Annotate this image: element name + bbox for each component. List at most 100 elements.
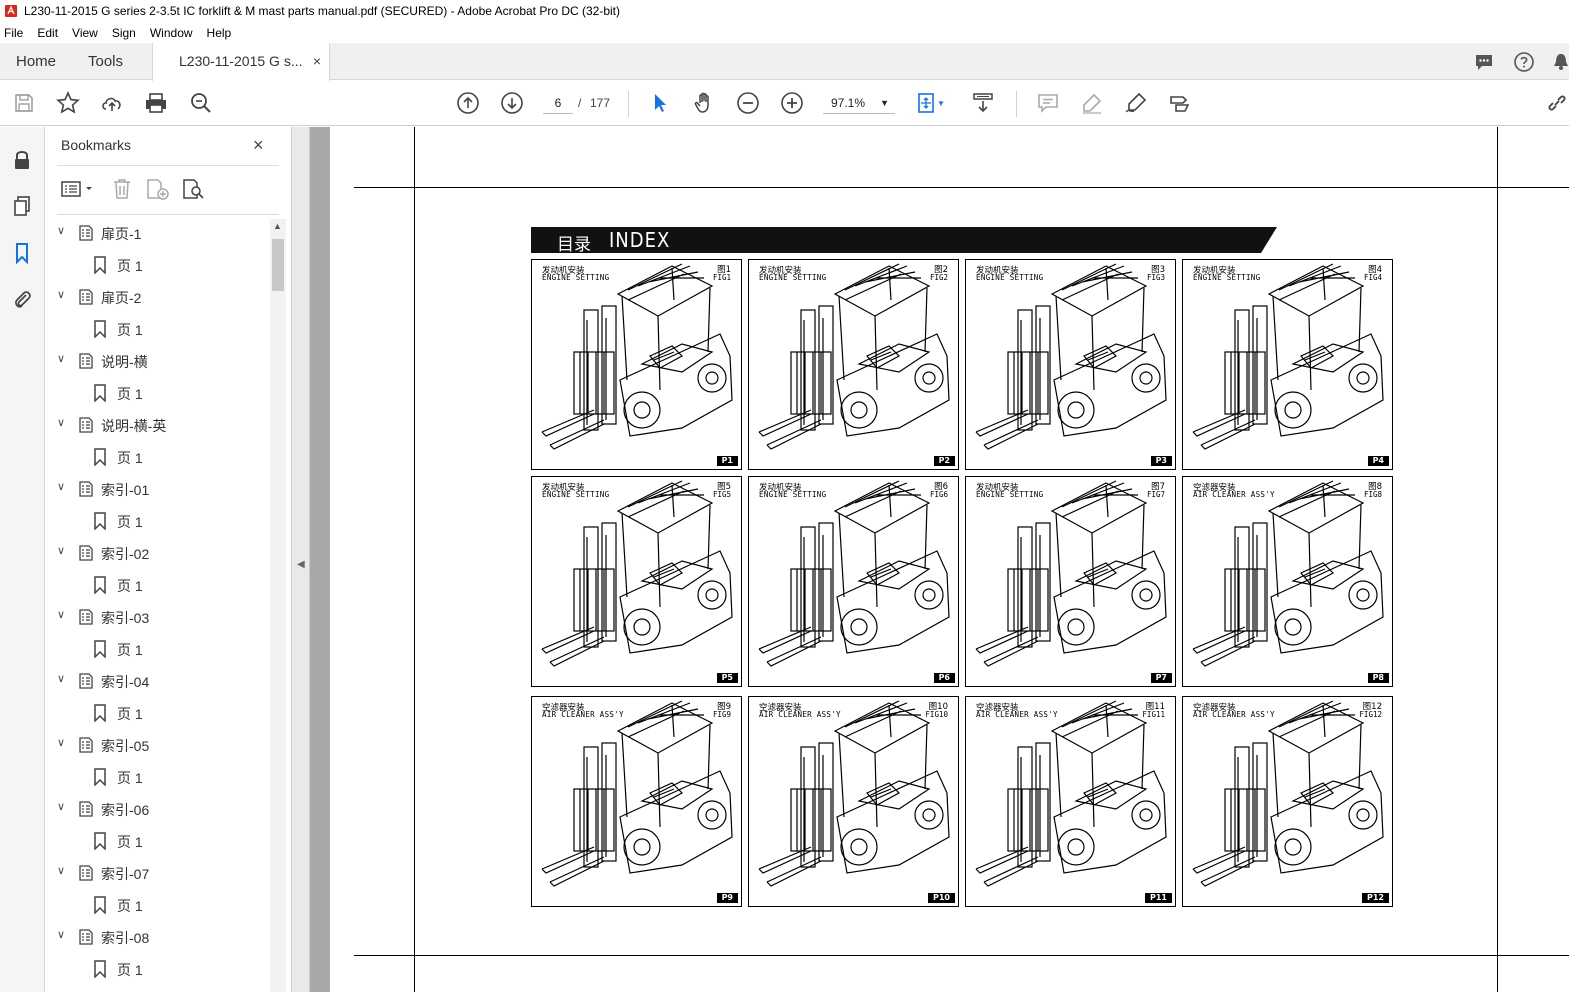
bookmark-child-label: 页 1	[117, 706, 143, 722]
document-view[interactable]: 目录 INDEX 发动机安装 ENGINE SETTING 图1 FIG1 P1 发动机安…	[310, 127, 1569, 992]
star-icon[interactable]	[56, 91, 80, 115]
bookmark-icon[interactable]	[10, 241, 34, 265]
bookmark-item[interactable]: ∨ 索引-01	[45, 477, 265, 501]
panel-splitter[interactable]: ◀	[292, 127, 310, 992]
close-panel-button[interactable]: ×	[253, 135, 264, 156]
delete-trash-icon[interactable]	[111, 177, 133, 201]
figure-thumbnail[interactable]: 发动机安装 ENGINE SETTING 图1 FIG1 P1	[531, 259, 742, 470]
bookmark-item[interactable]: ∨ 说明-横-英	[45, 413, 265, 437]
bookmark-child-item[interactable]: 页 1	[45, 701, 265, 725]
options-list-icon[interactable]	[61, 179, 95, 199]
menu-help[interactable]: Help	[207, 26, 232, 40]
chevron-down-icon[interactable]: ∨	[57, 352, 65, 365]
sign-pen-icon[interactable]	[1124, 91, 1148, 115]
bookmark-child-item[interactable]: 页 1	[45, 253, 265, 277]
upload-cloud-icon[interactable]	[100, 91, 124, 115]
bookmark-child-item[interactable]: 页 1	[45, 573, 265, 597]
bookmark-item[interactable]: ∨ 索引-02	[45, 541, 265, 565]
menu-view[interactable]: View	[72, 26, 98, 40]
zoom-level-select[interactable]: 97.1% ▼	[823, 92, 895, 114]
menu-window[interactable]: Window	[150, 26, 193, 40]
next-page-icon[interactable]	[500, 91, 524, 115]
bookmark-item[interactable]: ∨ 扉页-1	[45, 221, 265, 245]
tab-close-button[interactable]: ×	[313, 43, 321, 80]
zoom-search-icon[interactable]	[189, 91, 213, 115]
chevron-down-icon[interactable]: ∨	[57, 736, 65, 749]
bookmark-child-item[interactable]: 页 1	[45, 445, 265, 469]
bookmark-item[interactable]: ∨ 说明-横	[45, 349, 265, 373]
help-icon[interactable]	[1513, 51, 1535, 73]
chevron-down-icon[interactable]: ∨	[57, 672, 65, 685]
scroll-mode-icon[interactable]	[971, 91, 995, 115]
bookmark-child-item[interactable]: 页 1	[45, 829, 265, 853]
scrollbar-thumb[interactable]	[272, 239, 284, 291]
bookmark-child-item[interactable]: 页 1	[45, 381, 265, 405]
figure-thumbnail[interactable]: 发动机安装 ENGINE SETTING 图2 FIG2 P2	[748, 259, 959, 470]
highlight-pen-icon[interactable]	[1080, 91, 1104, 115]
tab-document[interactable]: L230-11-2015 G s... ×	[152, 43, 330, 81]
previous-page-icon[interactable]	[456, 91, 480, 115]
new-bookmark-icon[interactable]	[145, 177, 171, 201]
redact-icon[interactable]	[1168, 91, 1192, 115]
hand-tool-icon[interactable]	[692, 91, 716, 115]
bookmark-child-item[interactable]: 页 1	[45, 509, 265, 533]
lock-icon[interactable]	[10, 148, 34, 172]
figure-thumbnail[interactable]: 发动机安装 ENGINE SETTING 图5 FIG5 P5	[531, 476, 742, 687]
chevron-down-icon[interactable]: ∨	[57, 608, 65, 621]
figure-thumbnail[interactable]: 发动机安装 ENGINE SETTING 图6 FIG6 P6	[748, 476, 959, 687]
bookmark-item[interactable]: ∨ 扉页-2	[45, 285, 265, 309]
scroll-up-icon[interactable]: ▲	[273, 221, 282, 231]
chevron-down-icon[interactable]: ∨	[57, 864, 65, 877]
figure-thumbnail[interactable]: 空滤器安装 AIR CLEANER ASS'Y 图8 FIG8 P8	[1182, 476, 1393, 687]
collapse-panel-icon[interactable]: ◀	[297, 559, 305, 570]
add-comment-icon[interactable]	[1036, 91, 1060, 115]
figure-thumbnail[interactable]: 空滤器安装 AIR CLEANER ASS'Y 图12 FIG12 P12	[1182, 696, 1393, 907]
tab-home[interactable]: Home	[16, 43, 56, 80]
select-cursor-icon[interactable]	[648, 91, 672, 115]
forklift-drawing	[1192, 700, 1384, 887]
bookmark-icon	[93, 832, 107, 853]
attachment-icon[interactable]	[10, 287, 34, 311]
figure-thumbnail[interactable]: 空滤器安装 AIR CLEANER ASS'Y 图10 FIG10 P10	[748, 696, 959, 907]
fit-page-chevron-icon[interactable]: ▼	[934, 91, 948, 115]
figure-thumbnail[interactable]: 发动机安装 ENGINE SETTING 图3 FIG3 P3	[965, 259, 1176, 470]
figure-thumbnail[interactable]: 发动机安装 ENGINE SETTING 图4 FIG4 P4	[1182, 259, 1393, 470]
comment-icon[interactable]	[1473, 51, 1495, 73]
print-icon[interactable]	[144, 91, 168, 115]
figure-number-en: FIG2	[929, 273, 948, 282]
bookmark-child-item[interactable]: 页 1	[45, 765, 265, 789]
bookmark-child-item[interactable]: 页 1	[45, 893, 265, 917]
figure-thumbnail[interactable]: 发动机安装 ENGINE SETTING 图7 FIG7 P7	[965, 476, 1176, 687]
bookmark-item[interactable]: ∨ 索引-06	[45, 797, 265, 821]
figure-thumbnail[interactable]: 空滤器安装 AIR CLEANER ASS'Y 图11 FIG11 P11	[965, 696, 1176, 907]
bookmark-child-item[interactable]: 页 1	[45, 317, 265, 341]
bookmark-item[interactable]: ∨ 索引-04	[45, 669, 265, 693]
zoom-in-icon[interactable]	[780, 91, 804, 115]
tab-tools[interactable]: Tools	[88, 43, 123, 80]
bookmark-item[interactable]: ∨ 索引-08	[45, 925, 265, 949]
bell-icon[interactable]	[1553, 51, 1569, 73]
page-number-input[interactable]: 6	[543, 92, 573, 114]
bookmark-item[interactable]: ∨ 索引-03	[45, 605, 265, 629]
bookmark-child-item[interactable]: 页 1	[45, 957, 265, 981]
menu-edit[interactable]: Edit	[37, 26, 58, 40]
menu-file[interactable]: File	[4, 26, 23, 40]
zoom-out-icon[interactable]	[736, 91, 760, 115]
pages-thumbnail-icon[interactable]	[10, 194, 34, 218]
figure-thumbnail[interactable]: 空滤器安装 AIR CLEANER ASS'Y 图9 FIG9 P9	[531, 696, 742, 907]
bookmark-item[interactable]: ∨ 索引-07	[45, 861, 265, 885]
chevron-down-icon[interactable]: ∨	[57, 800, 65, 813]
chevron-down-icon[interactable]: ∨	[57, 480, 65, 493]
chevron-down-icon[interactable]: ∨	[57, 416, 65, 429]
save-icon[interactable]	[12, 91, 36, 115]
chevron-down-icon[interactable]: ∨	[57, 544, 65, 557]
bookmark-search-icon[interactable]	[181, 177, 207, 201]
bookmark-child-item[interactable]: 页 1	[45, 637, 265, 661]
share-link-icon[interactable]	[1545, 91, 1569, 115]
chevron-down-icon[interactable]: ∨	[57, 224, 65, 237]
bookmark-item[interactable]: ∨ 索引-05	[45, 733, 265, 757]
chevron-down-icon[interactable]: ∨	[57, 288, 65, 301]
menu-sign[interactable]: Sign	[112, 26, 136, 40]
bookmark-scrollbar[interactable]: ▲	[270, 219, 286, 992]
chevron-down-icon[interactable]: ∨	[57, 928, 65, 941]
